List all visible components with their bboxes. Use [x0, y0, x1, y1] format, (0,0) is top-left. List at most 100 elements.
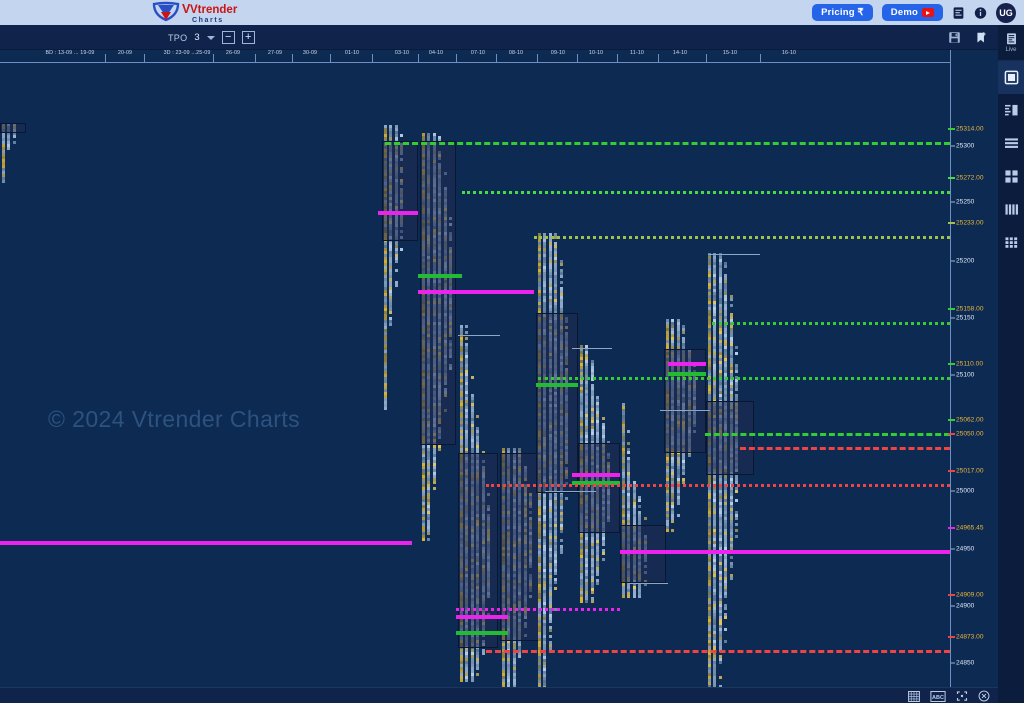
- value-area-box[interactable]: [536, 313, 578, 493]
- tpo-cell: [735, 370, 738, 373]
- toolbar-actions: [948, 25, 988, 50]
- x-axis-separator: [213, 54, 214, 63]
- chevron-down-icon[interactable]: [206, 35, 215, 40]
- tpo-mode-value[interactable]: 3: [194, 32, 199, 43]
- reference-line[interactable]: [418, 290, 534, 294]
- grid-icon[interactable]: [908, 690, 920, 702]
- sidebar-item-single-profile[interactable]: [998, 61, 1024, 94]
- chart-canvas[interactable]: BD : 13-09 ... 19-09 20-09 3D : 23-09 ...2…: [0, 50, 998, 687]
- tpo-cell: [460, 679, 463, 682]
- crosshair-icon[interactable]: [956, 690, 968, 702]
- tpo-cell: [735, 517, 738, 520]
- reference-line[interactable]: [628, 583, 668, 584]
- tpo-cell: [389, 323, 393, 326]
- value-area-box[interactable]: [382, 141, 418, 241]
- value-area-box[interactable]: [706, 401, 754, 475]
- tpo-cell: [559, 275, 563, 278]
- reference-line[interactable]: [538, 377, 950, 380]
- document-icon[interactable]: [952, 6, 965, 20]
- tpo-cell: [627, 451, 631, 454]
- sidebar-item-stacked-rows[interactable]: [998, 127, 1024, 160]
- logo-icon: V Vtrender Charts: [152, 1, 238, 24]
- zoom-out-button[interactable]: −: [221, 31, 235, 44]
- reference-line[interactable]: [572, 348, 612, 349]
- reference-line[interactable]: [456, 608, 620, 611]
- y-axis-price-label: 24900: [956, 602, 975, 610]
- y-axis-price-scale[interactable]: 25314.00 25300 25272.00 25250 25233.00 25200 2…: [948, 50, 998, 687]
- tpo-cell: [666, 529, 669, 532]
- reference-line[interactable]: [712, 322, 950, 325]
- reference-line[interactable]: [456, 615, 508, 619]
- value-area-box[interactable]: [620, 525, 666, 583]
- sidebar-item-live[interactable]: Live: [998, 25, 1024, 61]
- zoom-in-button[interactable]: +: [241, 31, 255, 44]
- y-axis-tick: [951, 662, 955, 664]
- x-axis-separator: [330, 54, 331, 63]
- bookmark-add-icon[interactable]: [975, 31, 988, 45]
- tpo-cell: [559, 530, 563, 533]
- stacked-rows-icon: [1004, 138, 1018, 148]
- tpo-cell: [627, 430, 631, 433]
- sidebar-item-split-profile[interactable]: [998, 94, 1024, 127]
- tpo-cell: [476, 673, 480, 676]
- x-axis-tick-label: BD : 13-09 ... 19-09: [45, 50, 95, 56]
- sidebar-item-volume-bars[interactable]: [998, 193, 1024, 226]
- pricing-button[interactable]: Pricing ₹: [812, 4, 873, 21]
- tpo-cell: [671, 520, 675, 523]
- value-area-box[interactable]: [578, 443, 620, 533]
- avatar[interactable]: UG: [996, 2, 1016, 23]
- reference-line[interactable]: [462, 191, 950, 194]
- reference-line[interactable]: [708, 254, 760, 255]
- single-profile-icon: [1004, 70, 1018, 85]
- tpo-cell: [427, 538, 431, 541]
- y-axis-price-label: 24909.00: [956, 591, 984, 599]
- reference-line[interactable]: [486, 650, 950, 653]
- reference-line[interactable]: [378, 211, 418, 215]
- x-axis[interactable]: BD : 13-09 ... 19-09 20-09 3D : 23-09 ...2…: [0, 50, 950, 63]
- plot-area[interactable]: [0, 63, 950, 687]
- y-axis-price-label: 25110.00: [956, 360, 984, 368]
- save-icon[interactable]: [948, 31, 961, 44]
- value-area-box[interactable]: [0, 123, 26, 133]
- reference-line[interactable]: [668, 362, 706, 366]
- tpo-cell: [389, 311, 393, 314]
- reference-line[interactable]: [456, 631, 508, 635]
- x-axis-tick-label: 08-10: [508, 50, 524, 56]
- info-icon[interactable]: [974, 6, 987, 20]
- tpo-cell: [470, 679, 474, 682]
- reference-line[interactable]: [545, 491, 596, 492]
- value-area-box[interactable]: [500, 453, 540, 641]
- reference-line[interactable]: [572, 473, 620, 477]
- sidebar-item-quad-grid[interactable]: [998, 160, 1024, 193]
- reference-line[interactable]: [620, 550, 950, 554]
- close-circle-icon[interactable]: [978, 690, 990, 702]
- reference-line[interactable]: [705, 433, 950, 436]
- reference-line[interactable]: [385, 142, 950, 145]
- abc-icon[interactable]: ABC: [930, 690, 946, 702]
- vtrender-logo[interactable]: V Vtrender Charts: [148, 0, 244, 25]
- x-axis-tick-label: 07-10: [470, 50, 486, 56]
- tpo-cell: [676, 502, 680, 505]
- reference-line[interactable]: [534, 236, 950, 239]
- reference-line[interactable]: [740, 447, 950, 450]
- y-axis-price-label: 25200: [956, 257, 975, 265]
- tpo-cell: [724, 595, 728, 598]
- reference-line[interactable]: [418, 274, 462, 278]
- tpo-cell: [729, 304, 733, 307]
- reference-line[interactable]: [668, 372, 706, 376]
- reference-line[interactable]: [536, 383, 578, 387]
- sidebar-item-matrix-grid[interactable]: [998, 226, 1024, 259]
- reference-line[interactable]: [0, 541, 412, 545]
- logo-text-main: Vtrender: [190, 4, 238, 16]
- tpo-cell: [432, 481, 436, 484]
- x-axis-tick-label: 3D : 23-09 ...25-09: [163, 50, 211, 56]
- reference-line[interactable]: [660, 410, 710, 411]
- y-axis-tick: [951, 317, 955, 319]
- demo-button[interactable]: Demo: [881, 4, 943, 21]
- tpo-cell: [565, 497, 568, 500]
- x-axis-separator: [496, 54, 497, 63]
- tpo-cell: [638, 595, 642, 598]
- reference-line[interactable]: [458, 335, 500, 336]
- reference-line[interactable]: [486, 484, 950, 487]
- tpo-cell: [559, 281, 563, 284]
